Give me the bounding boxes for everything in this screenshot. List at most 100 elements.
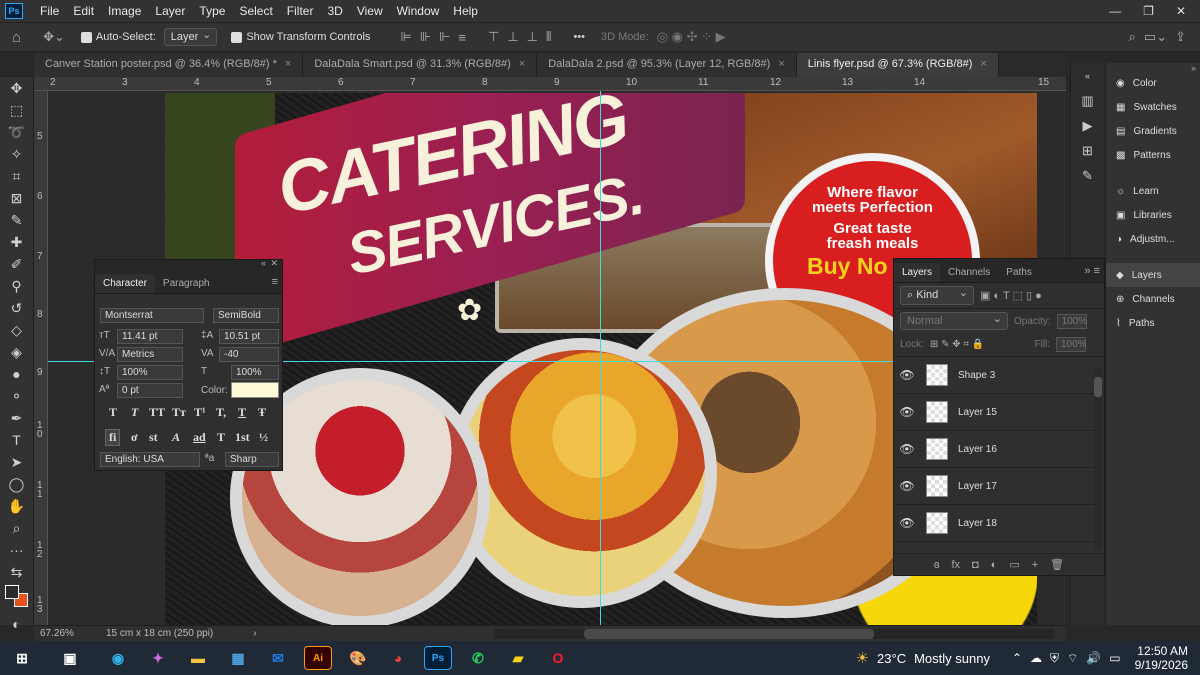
panel-patterns[interactable]: ▩ Patterns: [1106, 143, 1200, 167]
network-icon[interactable]: ⌔: [1067, 651, 1078, 666]
align-center-icon[interactable]: ⊪: [420, 29, 431, 45]
magic-wand-icon[interactable]: ✧: [0, 143, 33, 165]
close-button[interactable]: ✕: [1176, 4, 1186, 18]
trash-icon[interactable]: 🗑: [1050, 558, 1064, 571]
auto-select-checkbox[interactable]: Auto-Select:: [80, 31, 156, 43]
text-color-swatch[interactable]: [231, 382, 279, 398]
edge-icon[interactable]: ◉: [104, 646, 132, 670]
notes-icon[interactable]: ✎: [1071, 163, 1104, 188]
panel-layers[interactable]: ◆ Layers: [1106, 263, 1200, 287]
outlook-icon[interactable]: ✉: [264, 646, 292, 670]
hand-tool-icon[interactable]: ✋: [0, 495, 33, 517]
font-family-select[interactable]: Montserrat: [100, 308, 204, 323]
lock-icons[interactable]: ⊞ ✎ ✥ ⌗ 🔒: [930, 339, 984, 350]
menu-file[interactable]: File: [33, 4, 66, 18]
chevron-up-icon[interactable]: ⌃: [1012, 651, 1022, 665]
menu-help[interactable]: Help: [446, 4, 485, 18]
layer-row[interactable]: 👁 Layer 16: [894, 431, 1104, 468]
align-left-icon[interactable]: ⊫: [400, 29, 411, 45]
expand-panels-icon[interactable]: «: [1071, 63, 1104, 88]
marquee-tool-icon[interactable]: ⬚: [0, 99, 33, 121]
collapse-dock-icon[interactable]: »: [1106, 63, 1200, 73]
filter-pixel-icon[interactable]: ▣ ◐ T ⬚ ▯ ●: [980, 289, 1042, 302]
properties-icon[interactable]: ⊞: [1071, 138, 1104, 163]
tab-character[interactable]: Character: [95, 274, 155, 293]
windows-start-icon[interactable]: ⊞: [8, 646, 36, 670]
paint-icon[interactable]: 🎨: [344, 646, 372, 670]
dodge-tool-icon[interactable]: ⚬: [0, 385, 33, 407]
panel-libraries[interactable]: ▣ Libraries: [1106, 203, 1200, 227]
share-icon[interactable]: ⇪: [1175, 29, 1186, 45]
status-arrow-icon[interactable]: ›: [253, 628, 256, 639]
tab-paths[interactable]: Paths: [998, 263, 1040, 282]
close-tab-icon[interactable]: ×: [285, 58, 291, 70]
move-tool-icon[interactable]: ✥⌄: [43, 29, 65, 45]
link-layers-icon[interactable]: ɞ: [934, 559, 940, 571]
weather-text[interactable]: Mostly sunny: [914, 651, 990, 666]
visibility-eye-icon[interactable]: 👁: [896, 516, 918, 530]
close-panel-icon[interactable]: ✕: [270, 258, 278, 269]
font-size-field[interactable]: 11.41 pt: [117, 329, 183, 344]
search-icon[interactable]: ⌕: [1129, 29, 1136, 45]
home-icon[interactable]: ⌂: [12, 29, 21, 46]
kerning-field[interactable]: Metrics: [117, 347, 183, 362]
paint-bucket-icon[interactable]: ◈: [0, 341, 33, 363]
photoshop-taskbar-icon[interactable]: Ps: [424, 646, 452, 670]
horizontal-scale-field[interactable]: 100%: [231, 365, 279, 380]
layer-row[interactable]: 👁 Layer 18: [894, 505, 1104, 542]
horizontal-scrollbar[interactable]: [494, 628, 1054, 639]
align-bottom-icon[interactable]: ⊥: [527, 29, 538, 45]
align-middle-icon[interactable]: ⊥: [507, 29, 518, 45]
close-tab-icon[interactable]: ×: [519, 58, 525, 70]
chrome-icon[interactable]: ◕: [384, 646, 412, 670]
photoshop-logo[interactable]: Ps: [5, 3, 23, 19]
fill-field[interactable]: 100%: [1056, 337, 1087, 352]
language-select[interactable]: English: USA: [100, 452, 200, 467]
vertical-guide[interactable]: [600, 91, 601, 625]
panel-adjustments[interactable]: ◑ Adjustm...: [1106, 227, 1200, 251]
type-tool-icon[interactable]: T: [0, 429, 33, 451]
layer-row[interactable]: 👁 Layer 17: [894, 468, 1104, 505]
path-select-icon[interactable]: ➤: [0, 451, 33, 473]
zoom-level[interactable]: 67.26%: [34, 628, 94, 639]
battery-icon[interactable]: ▭: [1109, 651, 1120, 665]
distribute-icon[interactable]: ≡: [458, 30, 466, 45]
panel-menu-icon[interactable]: ≡: [272, 276, 278, 288]
adjustment-layer-icon[interactable]: ◐: [991, 559, 998, 571]
eraser-icon[interactable]: ◇: [0, 319, 33, 341]
visibility-eye-icon[interactable]: 👁: [896, 368, 918, 382]
copilot-icon[interactable]: ✦: [144, 646, 172, 670]
maximize-button[interactable]: ❐: [1143, 4, 1154, 18]
menu-view[interactable]: View: [350, 4, 390, 18]
task-view-icon[interactable]: ▣: [56, 646, 84, 670]
tab-daladala-smart[interactable]: DalaDala Smart.psd @ 31.3% (RGB/8#) ×: [303, 53, 538, 77]
opera-icon[interactable]: O: [544, 646, 572, 670]
store-icon[interactable]: ▦: [224, 646, 252, 670]
workspace-icon[interactable]: ▭⌄: [1144, 29, 1167, 45]
group-icon[interactable]: ▭: [1009, 558, 1019, 571]
quick-mask-icon[interactable]: ◐: [0, 613, 33, 635]
crop-tool-icon[interactable]: ⌗: [0, 165, 33, 187]
panel-channels[interactable]: ⊕ Channels: [1106, 287, 1200, 311]
filter-kind-select[interactable]: ⌕ Kind: [900, 286, 974, 305]
menu-type[interactable]: Type: [192, 4, 232, 18]
whatsapp-icon[interactable]: ✆: [464, 646, 492, 670]
illustrator-icon[interactable]: Ai: [304, 646, 332, 670]
tab-linis-flyer[interactable]: Linis flyer.psd @ 67.3% (RGB/8#) ×: [796, 53, 999, 77]
tab-channels[interactable]: Channels: [940, 263, 998, 282]
menu-edit[interactable]: Edit: [66, 4, 101, 18]
layer-row[interactable]: 👁 Layer 15: [894, 394, 1104, 431]
edit-toolbar-icon[interactable]: ⇆: [0, 561, 33, 583]
move-tool-icon[interactable]: ✥: [0, 77, 33, 99]
panel-gradients[interactable]: ▤ Gradients: [1106, 119, 1200, 143]
brush-tool-icon[interactable]: ✐: [0, 253, 33, 275]
layer-row[interactable]: 👁 Shape 3: [894, 357, 1104, 394]
minimize-button[interactable]: —: [1109, 4, 1121, 18]
layers-scrollbar[interactable]: [1094, 369, 1102, 549]
fx-icon[interactable]: fx: [951, 559, 960, 571]
align-top-icon[interactable]: ⊤: [488, 29, 499, 45]
leading-field[interactable]: 10.51 pt: [219, 329, 279, 344]
font-style-select[interactable]: SemiBold: [213, 308, 279, 323]
tab-canver-station[interactable]: Canver Station poster.psd @ 36.4% (RGB/8…: [34, 53, 304, 77]
baseline-shift-field[interactable]: 0 pt: [117, 383, 183, 398]
